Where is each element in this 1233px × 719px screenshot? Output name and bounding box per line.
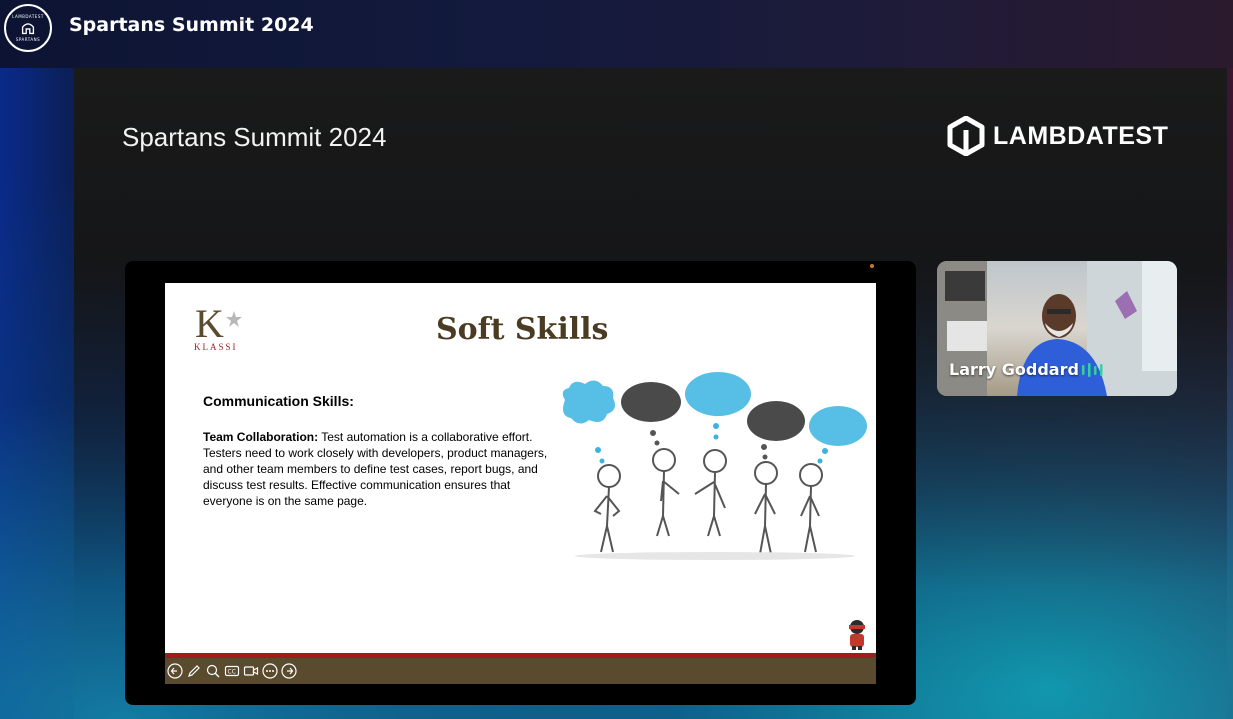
slide-body: Team Collaboration: Test automation is a… xyxy=(203,429,559,509)
more-icon[interactable] xyxy=(262,663,278,679)
logo-bottom-text: SPARTANS xyxy=(15,37,41,42)
mascot-icon xyxy=(849,620,865,650)
slide-subheading: Communication Skills: xyxy=(203,393,354,409)
brand-text: LAMBDATEST xyxy=(993,121,1169,150)
top-bar: LAMBDATEST SPARTANS Spartans Summit 2024 xyxy=(0,0,1233,68)
svg-text:K: K xyxy=(195,303,224,346)
next-icon[interactable] xyxy=(281,663,297,679)
lambdatest-logo-icon xyxy=(947,116,985,156)
stage-title: Spartans Summit 2024 xyxy=(122,122,387,152)
klassi-logo-text: KLASSI xyxy=(194,342,238,352)
svg-text:CC: CC xyxy=(228,669,236,676)
team-illustration-icon xyxy=(562,372,867,560)
slide-body-lead: Team Collaboration: xyxy=(203,430,319,444)
audio-level-icon xyxy=(1082,363,1103,377)
recording-dot xyxy=(870,264,874,268)
captions-icon[interactable]: CC xyxy=(224,663,240,679)
event-title: Spartans Summit 2024 xyxy=(69,14,314,36)
prev-icon[interactable] xyxy=(167,663,183,679)
zoom-icon[interactable] xyxy=(205,663,221,679)
speaker-name: Larry Goddard xyxy=(949,360,1079,379)
lambdatest-brand: LAMBDATEST xyxy=(947,116,1168,156)
helmet-icon xyxy=(21,23,35,35)
pen-icon[interactable] xyxy=(186,663,202,679)
camera-icon[interactable] xyxy=(243,663,259,679)
slide-title: Soft Skills xyxy=(436,312,609,347)
slide-toolbar: CC xyxy=(165,658,876,684)
event-logo[interactable]: LAMBDATEST SPARTANS xyxy=(4,4,52,52)
